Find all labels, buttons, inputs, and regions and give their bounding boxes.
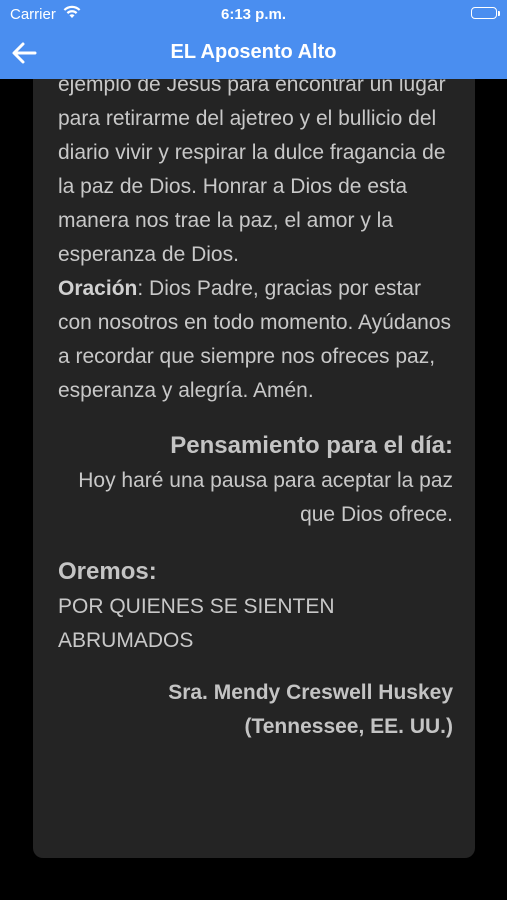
nav-bar: EL Aposento Alto: [0, 28, 507, 79]
thought-text: Hoy haré una pausa para aceptar la paz q…: [78, 469, 453, 526]
nav-title: EL Aposento Alto: [170, 41, 337, 63]
pray-heading: Oremos:: [58, 558, 157, 585]
devotional-paragraph: ejemplo de Jesús para encontrar un lugar…: [58, 73, 446, 266]
author-block: Sra. Mendy Creswell Huskey (Tennessee, E…: [58, 676, 453, 744]
thought-heading: Pensamiento para el día:: [170, 432, 453, 459]
prayer-label: Oración: [58, 277, 138, 300]
clock: 6:13 p.m.: [220, 6, 287, 23]
author-name: Sra. Mendy Creswell Huskey: [168, 681, 453, 704]
card-content: ejemplo de Jesús para encontrar un lugar…: [58, 68, 453, 744]
status-bar: Carrier 6:13 p.m.: [0, 0, 507, 28]
pray-text: POR QUIENES SE SIENTEN ABRUMADOS: [58, 595, 335, 652]
prayer-paragraph: Oración: Dios Padre, gracias por estar c…: [58, 272, 453, 408]
battery-icon: [471, 7, 500, 19]
devotional-card: ejemplo de Jesús para encontrar un lugar…: [33, 40, 475, 858]
author-location: (Tennessee, EE. UU.): [244, 715, 453, 738]
